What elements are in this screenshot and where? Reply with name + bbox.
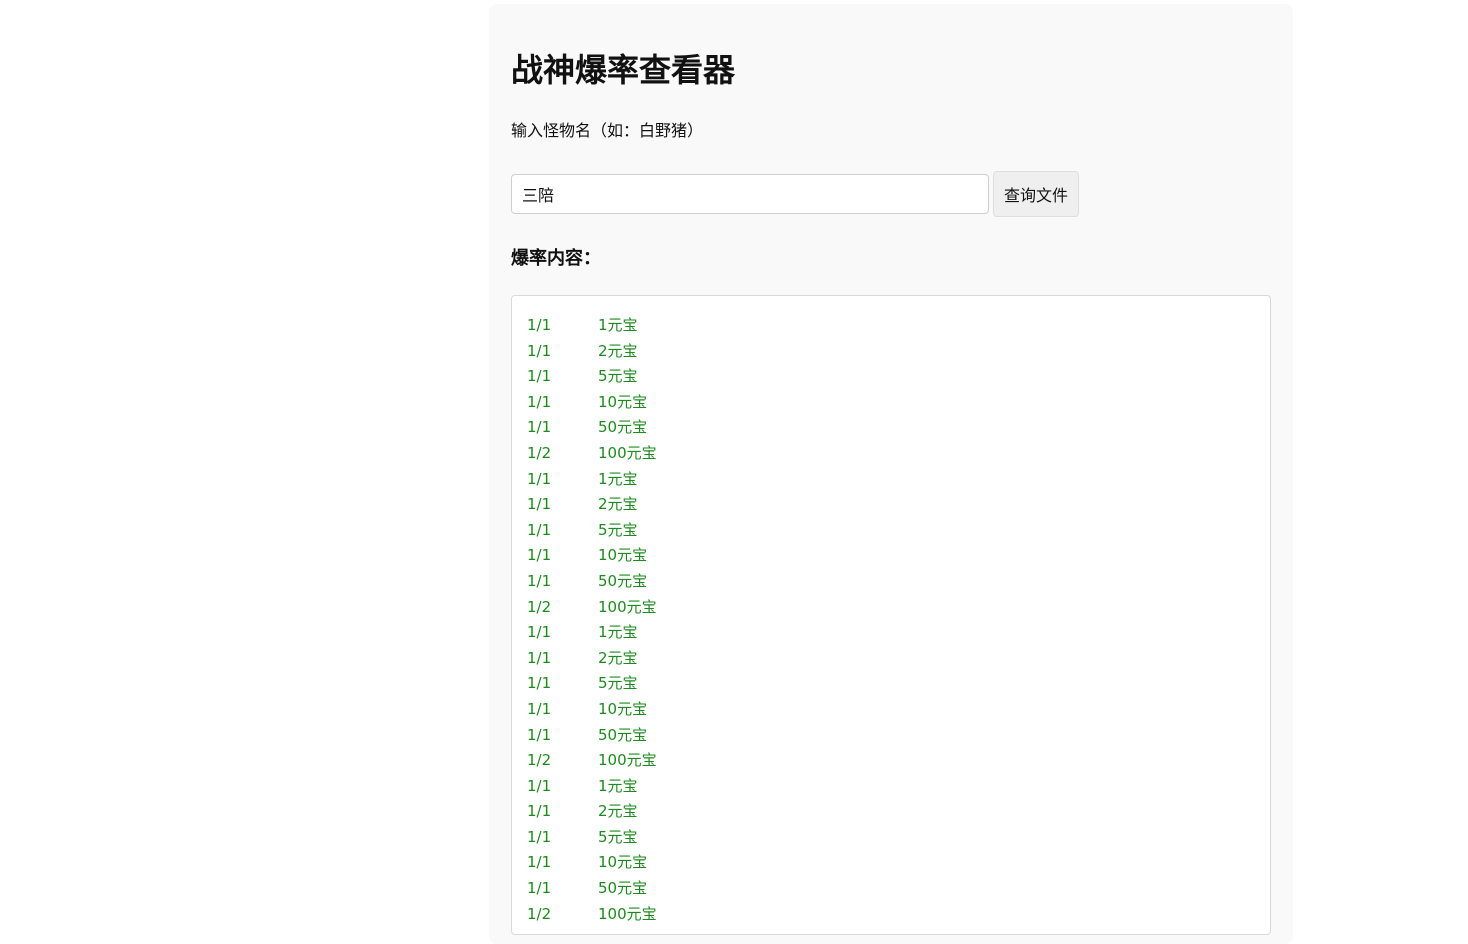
result-row: 1/1 2元宝 (527, 799, 1255, 825)
result-row: 1/1 1元宝 (527, 774, 1255, 800)
drop-item: 10元宝 (598, 392, 648, 411)
drop-rate: 1/2 (527, 904, 552, 923)
result-row: 1/1 5元宝 (527, 518, 1255, 544)
result-row: 1/1 2元宝 (527, 492, 1255, 518)
drop-rate: 1/1 (527, 418, 552, 437)
page-title: 战神爆率查看器 (511, 51, 736, 89)
drop-rate: 1/1 (527, 674, 552, 693)
drop-rate: 1/1 (527, 316, 552, 334)
drop-item: 100元宝 (598, 597, 657, 616)
drop-rate-results[interactable]: 1/1 1元宝 1/1 2元宝 1/1 5元宝 1/1 10元宝 1/1 50元宝 1/2 100元宝… (511, 295, 1271, 935)
drop-rate: 1/1 (527, 725, 552, 744)
result-row: 1/1 10元宝 (527, 543, 1255, 569)
drop-item: 100元宝 (598, 904, 657, 923)
result-row: 1/1 5元宝 (527, 671, 1255, 697)
drop-rate: 1/1 (527, 520, 552, 539)
drop-rate: 1/1 (527, 853, 552, 872)
result-row: 1/1 5元宝 (527, 825, 1255, 851)
result-row: 1/2 100元宝 (527, 441, 1255, 467)
drop-rate: 1/1 (527, 495, 552, 514)
drop-item: 5元宝 (598, 367, 638, 386)
drop-rate: 1/1 (527, 571, 552, 590)
result-row: 1/1 2元宝 (527, 646, 1255, 672)
drop-item: 50元宝 (598, 418, 648, 437)
drop-item: 2元宝 (598, 495, 638, 514)
drop-rate: 1/2 (527, 597, 552, 616)
drop-item: 50元宝 (598, 571, 648, 590)
drop-item: 5元宝 (598, 674, 638, 693)
drop-rate: 1/1 (527, 341, 552, 360)
drop-item: 1元宝 (598, 623, 638, 642)
monster-name-input[interactable] (511, 174, 989, 214)
result-row: 1/1 2元宝 (527, 339, 1255, 365)
drop-rate: 1/1 (527, 469, 552, 488)
result-row: 1/1 50元宝 (527, 876, 1255, 902)
result-row: 1/1 1元宝 (527, 313, 1255, 339)
drop-rate: 1/1 (527, 623, 552, 642)
drop-rate: 1/1 (527, 699, 552, 718)
query-file-button[interactable]: 查询文件 (993, 171, 1079, 217)
result-row: 1/1 50元宝 (527, 723, 1255, 749)
drop-rate: 1/1 (527, 827, 552, 846)
drop-item: 10元宝 (598, 699, 648, 718)
result-row: 1/1 5元宝 (527, 364, 1255, 390)
drop-item: 1元宝 (598, 316, 638, 334)
drop-item: 50元宝 (598, 725, 648, 744)
result-row: 1/2 100元宝 (527, 748, 1255, 774)
result-row: 1/1 50元宝 (527, 415, 1255, 441)
result-row: 1/1 10元宝 (527, 850, 1255, 876)
drop-rate: 1/1 (527, 546, 552, 565)
drop-rate: 1/1 (527, 776, 552, 795)
drop-rate: 1/2 (527, 443, 552, 462)
result-row: 1/1 10元宝 (527, 390, 1255, 416)
drop-rate: 1/1 (527, 879, 552, 898)
drop-item: 2元宝 (598, 802, 638, 821)
drop-item: 5元宝 (598, 520, 638, 539)
result-row: 1/2 100元宝 (527, 902, 1255, 928)
result-row: 1/1 1元宝 (527, 620, 1255, 646)
result-row: 1/2 100元宝 (527, 595, 1255, 621)
result-row: 1/1 50元宝 (527, 569, 1255, 595)
viewer-card: 战神爆率查看器 输入怪物名（如：白野猪） 查询文件 爆率内容： 1/11元宝1/… (489, 4, 1293, 944)
drop-item: 2元宝 (598, 341, 638, 360)
drop-item: 2元宝 (598, 648, 638, 667)
result-row: 1/1 10元宝 (527, 697, 1255, 723)
drop-item: 50元宝 (598, 879, 648, 898)
drop-item: 1元宝 (598, 776, 638, 795)
drop-item: 5元宝 (598, 827, 638, 846)
results-heading: 爆率内容： (511, 248, 601, 269)
result-row: 1/1 1元宝 (527, 467, 1255, 493)
drop-rate: 1/1 (527, 802, 552, 821)
drop-rate: 1/1 (527, 392, 552, 411)
drop-item: 10元宝 (598, 546, 648, 565)
drop-item: 100元宝 (598, 751, 657, 770)
drop-item: 1元宝 (598, 469, 638, 488)
drop-item: 10元宝 (598, 853, 648, 872)
drop-item: 100元宝 (598, 443, 657, 462)
drop-rate: 1/2 (527, 751, 552, 770)
drop-rate: 1/1 (527, 367, 552, 386)
monster-name-label: 输入怪物名（如：白野猪） (511, 121, 704, 140)
drop-rate: 1/1 (527, 648, 552, 667)
